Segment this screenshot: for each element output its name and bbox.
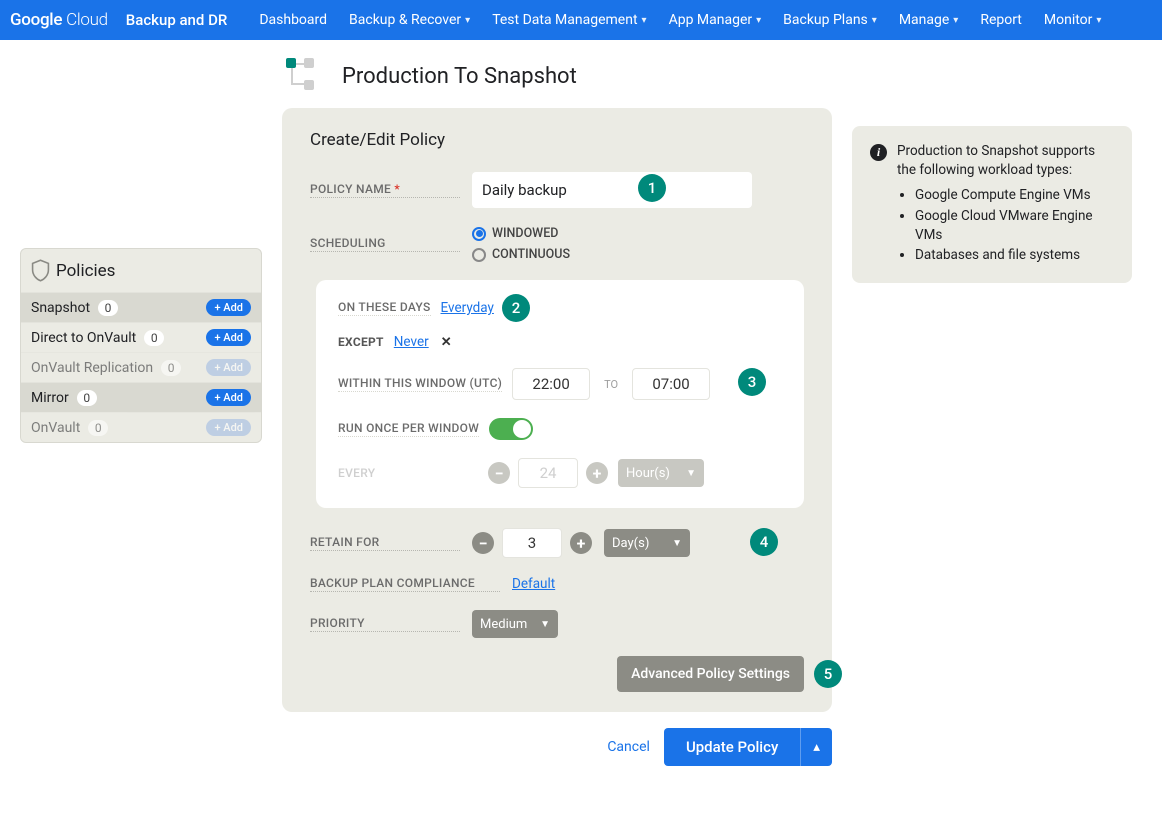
product-title: Backup and DR [126, 11, 228, 29]
info-lead: Production to Snapshot supports the foll… [897, 142, 1114, 180]
add-policy-button[interactable]: + Add [206, 299, 251, 316]
logo-google: Google [10, 10, 62, 30]
page-title: Production To Snapshot [342, 64, 577, 89]
nav-item-app-manager[interactable]: App Manager▾ [669, 12, 762, 28]
policy-row: OnVault Replication 0 + Add [21, 352, 261, 382]
info-icon: i [870, 144, 887, 161]
priority-label: PRIORITY [310, 616, 460, 632]
priority-select[interactable]: Medium▼ [472, 610, 558, 638]
to-label: TO [604, 378, 618, 391]
policy-name-input[interactable] [472, 172, 752, 208]
on-these-days-label: ON THESE DAYS [338, 300, 431, 316]
annotation-badge-5: 5 [814, 660, 842, 688]
policies-header: Policies [21, 249, 261, 292]
chevron-down-icon: ▾ [872, 15, 877, 26]
policy-count: 0 [98, 300, 118, 316]
chevron-down-icon: ▾ [953, 15, 958, 26]
nav-item-test-data-management[interactable]: Test Data Management▾ [492, 12, 646, 28]
retain-minus-button[interactable]: − [472, 532, 494, 554]
nav-item-monitor[interactable]: Monitor▾ [1044, 12, 1102, 28]
info-list-item: Google Cloud VMware Engine VMs [915, 207, 1114, 245]
nav-item-dashboard[interactable]: Dashboard [259, 12, 327, 28]
every-unit-select[interactable]: Hour(s)▼ [618, 459, 704, 487]
nav-item-manage[interactable]: Manage▾ [899, 12, 959, 28]
except-link[interactable]: Never [394, 334, 429, 350]
annotation-badge-1: 1 [638, 174, 666, 202]
scheduling-windowed-radio[interactable]: WINDOWED [472, 226, 570, 241]
policy-row[interactable]: Mirror 0 + Add [21, 382, 261, 412]
schedule-box: ON THESE DAYS Everyday 2 EXCEPT Never ✕ … [316, 280, 804, 508]
snapshot-tree-icon [286, 58, 322, 94]
scheduling-label: SCHEDULING [310, 236, 460, 252]
annotation-badge-2: 2 [502, 294, 530, 322]
chevron-down-icon: ▾ [642, 15, 647, 26]
info-list-item: Databases and file systems [915, 246, 1114, 265]
section-title: Create/Edit Policy [310, 130, 804, 150]
run-once-toggle[interactable] [489, 418, 533, 440]
policy-row[interactable]: Snapshot 0 + Add [21, 292, 261, 322]
retain-plus-button[interactable]: + [570, 532, 592, 554]
except-label: EXCEPT [338, 335, 384, 350]
nav-item-backup-recover[interactable]: Backup & Recover▾ [349, 12, 470, 28]
run-once-label: RUN ONCE PER WINDOW [338, 421, 479, 437]
update-policy-dropdown-button[interactable]: ▴ [800, 728, 832, 766]
every-label: EVERY [338, 466, 478, 481]
policy-name: OnVault Replication [31, 360, 153, 376]
compliance-label: BACKUP PLAN COMPLIANCE [310, 576, 500, 592]
annotation-badge-3: 3 [738, 368, 766, 396]
policy-name: OnVault [31, 420, 80, 436]
every-value[interactable]: 24 [518, 458, 578, 488]
every-plus-button[interactable]: + [586, 462, 608, 484]
info-panel: i Production to Snapshot supports the fo… [852, 126, 1132, 283]
nav-item-backup-plans[interactable]: Backup Plans▾ [783, 12, 877, 28]
annotation-badge-4: 4 [750, 528, 778, 556]
top-nav: Google Cloud Backup and DR Dashboard Back… [0, 0, 1162, 40]
nav-items: Dashboard Backup & Recover▾ Test Data Mana… [259, 12, 1101, 28]
chevron-down-icon: ▾ [756, 15, 761, 26]
policy-count: 0 [88, 420, 108, 436]
within-window-label: WITHIN THIS WINDOW (UTC) [338, 376, 502, 392]
nav-item-report[interactable]: Report [980, 12, 1022, 28]
policy-name: Mirror [31, 390, 69, 406]
every-minus-button[interactable]: − [488, 462, 510, 484]
policies-box: Policies Snapshot0+ AddDirect to OnVault… [20, 248, 262, 443]
add-policy-button: + Add [206, 419, 251, 436]
window-from-input[interactable] [512, 368, 590, 400]
logo: Google Cloud [10, 10, 108, 30]
advanced-policy-settings-button[interactable]: Advanced Policy Settings [617, 656, 804, 692]
policy-name-label: POLICY NAME * [310, 182, 460, 198]
policies-title: Policies [56, 261, 115, 281]
form-card: Create/Edit Policy POLICY NAME * 1 SCHED… [282, 108, 832, 712]
cancel-button[interactable]: Cancel [607, 739, 650, 755]
scheduling-continuous-radio[interactable]: CONTINUOUS [472, 247, 570, 262]
policy-row[interactable]: Direct to OnVault 0 + Add [21, 322, 261, 352]
on-these-days-link[interactable]: Everyday [441, 300, 494, 316]
info-list-item: Google Compute Engine VMs [915, 186, 1114, 205]
update-policy-button[interactable]: Update Policy [664, 728, 800, 766]
shield-icon [31, 259, 50, 282]
policy-count: 0 [161, 360, 181, 376]
window-to-input[interactable] [632, 368, 710, 400]
logo-cloud: Cloud [66, 10, 108, 30]
compliance-link[interactable]: Default [512, 576, 555, 592]
policy-count: 0 [144, 330, 164, 346]
retain-unit-select[interactable]: Day(s)▼ [604, 529, 690, 557]
retain-value[interactable]: 3 [502, 528, 562, 558]
policy-count: 0 [77, 390, 97, 406]
add-policy-button[interactable]: + Add [206, 329, 251, 346]
except-clear-icon[interactable]: ✕ [441, 335, 452, 350]
chevron-down-icon: ▾ [465, 15, 470, 26]
policy-name: Snapshot [31, 300, 90, 316]
chevron-down-icon: ▾ [1096, 15, 1101, 26]
retain-for-label: RETAIN FOR [310, 535, 460, 551]
add-policy-button: + Add [206, 359, 251, 376]
add-policy-button[interactable]: + Add [206, 389, 251, 406]
policy-row: OnVault 0 + Add [21, 412, 261, 442]
policy-name: Direct to OnVault [31, 330, 136, 346]
